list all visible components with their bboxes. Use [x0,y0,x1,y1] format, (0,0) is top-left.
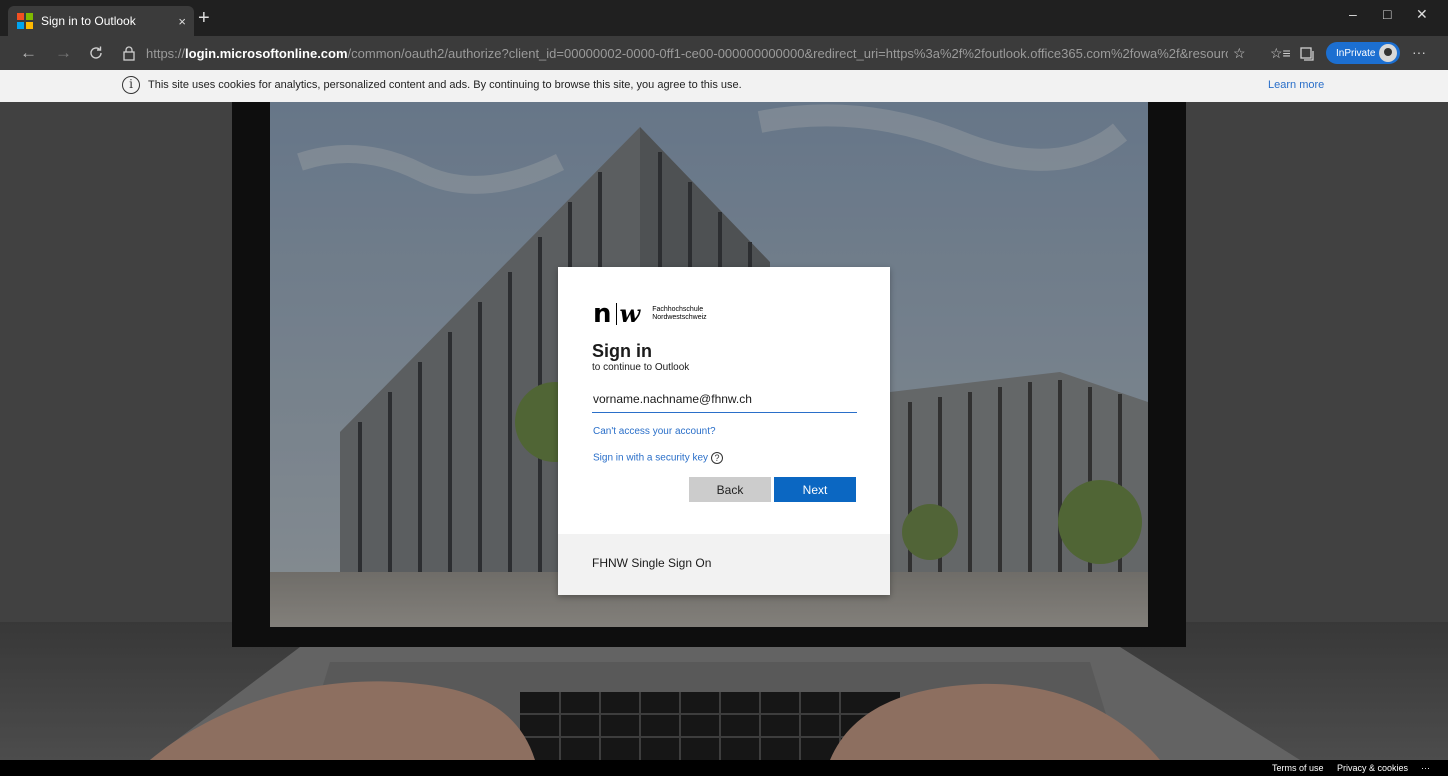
signin-subtitle: to continue to Outlook [592,362,690,373]
learn-more-link[interactable]: Learn more [1268,79,1324,91]
more-options-icon[interactable]: ··· [1412,44,1426,60]
email-input[interactable] [592,388,857,413]
favorite-star-icon[interactable]: ☆ [1233,45,1246,62]
microsoft-logo-icon [17,13,33,29]
collections-icon[interactable] [1299,46,1315,62]
info-icon: i [122,76,140,94]
maximize-icon[interactable]: □ [1383,6,1391,22]
signin-footer: FHNW Single Sign On [558,534,890,595]
url-scheme: https:// [146,46,186,61]
browser-tab-bar: Sign in to Outlook × + – □ ✕ [0,0,1448,36]
tab-close-icon[interactable]: × [178,14,186,29]
privacy-link[interactable]: Privacy & cookies [1337,763,1408,773]
inprivate-badge[interactable]: InPrivate [1326,42,1400,64]
logo-line-1: Fachhochschule [652,306,704,313]
url-field[interactable]: https://login.microsoftonline.com/common… [146,46,1228,61]
logo-w: w [619,299,641,328]
refresh-icon[interactable] [88,45,104,61]
lock-icon[interactable] [122,45,136,61]
cant-access-link[interactable]: Can't access your account? [593,426,716,437]
url-path: /common/oauth2/authorize?client_id=00000… [347,46,1228,61]
next-button[interactable]: Next [774,477,856,502]
logo-divider [615,303,617,325]
sso-label: FHNW Single Sign On [592,556,712,570]
minimize-icon[interactable]: – [1349,6,1357,22]
inprivate-label: InPrivate [1336,47,1376,59]
security-key-label: Sign in with a security key [593,452,709,464]
back-button[interactable]: Back [689,477,771,502]
fhnw-logo: n w Fachhochschule Nordwestschweiz [593,299,707,329]
forward-arrow-icon[interactable]: → [55,43,72,63]
page-footer: Terms of use Privacy & cookies ··· [0,760,1448,776]
cookie-banner: i This site uses cookies for analytics, … [0,70,1448,102]
logo-n: n [593,299,612,329]
url-host: login.microsoftonline.com [185,46,348,61]
signin-card: n w Fachhochschule Nordwestschweiz Sign … [558,267,890,595]
logo-line-2: Nordwestschweiz [652,314,707,321]
signin-title: Sign in [592,341,652,361]
footer-more-icon[interactable]: ··· [1421,763,1430,773]
cookie-message: This site uses cookies for analytics, pe… [148,79,742,91]
security-key-link[interactable]: Sign in with a security key? [593,452,724,464]
new-tab-button[interactable]: + [198,8,210,28]
close-window-icon[interactable]: ✕ [1416,6,1428,23]
terms-link[interactable]: Terms of use [1272,763,1324,773]
logo-text: Fachhochschule Nordwestschweiz [652,306,706,322]
tab-title: Sign in to Outlook [41,14,136,28]
help-icon[interactable]: ? [711,452,724,464]
back-arrow-icon[interactable]: ← [20,43,37,63]
profile-avatar-icon [1379,44,1397,62]
favorites-list-icon[interactable]: ☆≡ [1270,45,1291,62]
address-toolbar: ← → https://login.microsoftonline.com/co… [0,36,1448,70]
browser-tab[interactable]: Sign in to Outlook × [8,6,194,36]
